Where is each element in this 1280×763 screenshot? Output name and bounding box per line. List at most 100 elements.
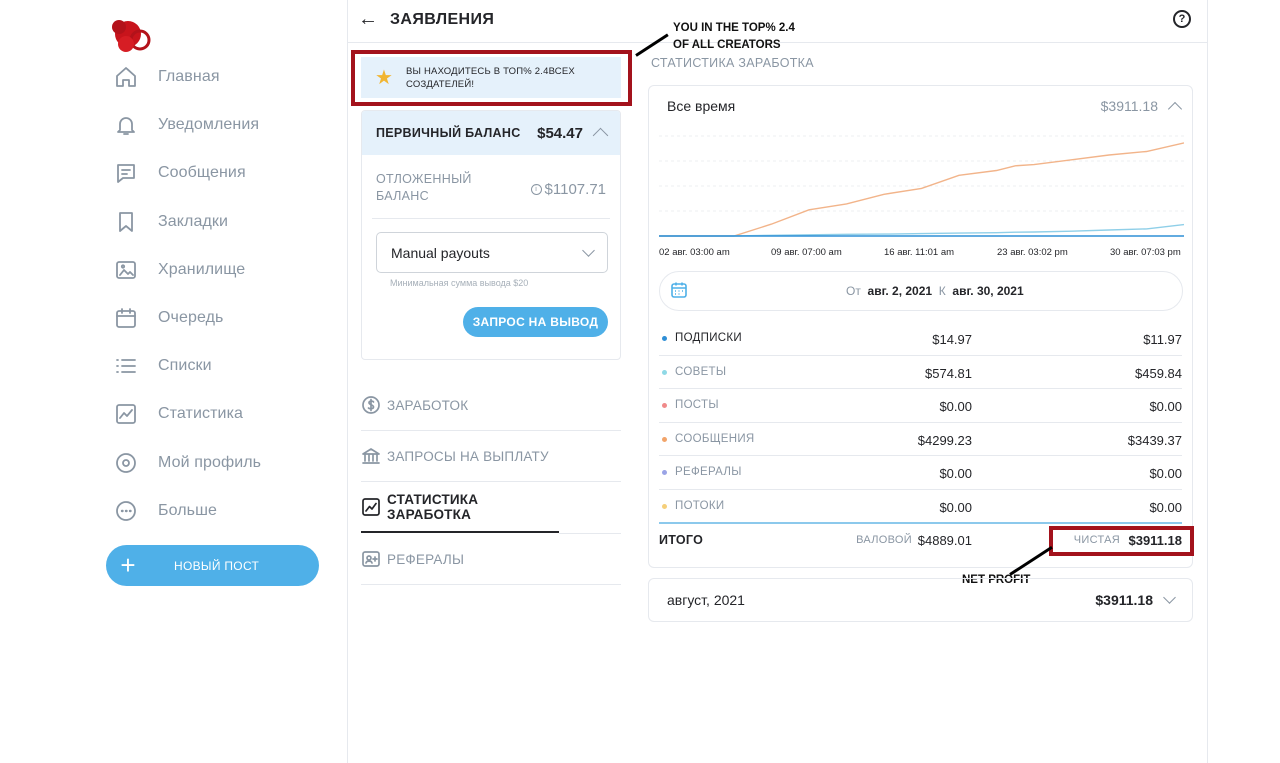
submenu-earnings[interactable]: ЗАРАБОТОК bbox=[361, 380, 621, 431]
balance-card: ПЕРВИЧНЫЙ БАЛАНС $54.47 ОТЛОЖЕННЫЙ БАЛАН… bbox=[361, 110, 621, 360]
pending-value-text: $1107.71 bbox=[544, 181, 606, 198]
sidebar-item-label: Уведомления bbox=[158, 116, 260, 134]
range-from-date: авг. 2, 2021 bbox=[867, 284, 933, 298]
primary-balance-label: ПЕРВИЧНЫЙ БАЛАНС bbox=[376, 126, 521, 140]
pending-balance-label: ОТЛОЖЕННЫЙ БАЛАНС bbox=[376, 171, 472, 205]
period-total: $3911.18 bbox=[1100, 98, 1158, 114]
primary-balance-header[interactable]: ПЕРВИЧНЫЙ БАЛАНС $54.47 bbox=[362, 111, 620, 155]
row-net: $3439.37 bbox=[1127, 432, 1182, 448]
earnings-line-chart bbox=[659, 135, 1184, 237]
sidebar-item-label: Закладки bbox=[158, 212, 229, 230]
row-name: ПОСТЫ bbox=[675, 399, 719, 412]
sidebar-item-more[interactable]: Больше bbox=[106, 487, 326, 535]
profile-icon bbox=[106, 450, 146, 476]
bookmark-icon bbox=[106, 209, 146, 235]
pending-line1: ОТЛОЖЕННЫЙ bbox=[376, 172, 472, 186]
date-range-picker[interactable]: От авг. 2, 2021 К авг. 30, 2021 bbox=[659, 271, 1183, 311]
month-summary-row[interactable]: август, 2021 $3911.18 bbox=[648, 578, 1193, 622]
payout-method-value: Manual payouts bbox=[391, 244, 490, 261]
sidebar-item-label: Хранилище bbox=[158, 260, 246, 278]
gross-total: $4889.01 bbox=[917, 533, 972, 548]
table-row: РЕФЕРАЛЫ $0.00 $0.00 bbox=[659, 456, 1182, 490]
home-icon bbox=[106, 64, 146, 90]
chevron-up-icon[interactable] bbox=[1167, 101, 1183, 117]
row-net: $0.00 bbox=[1149, 499, 1182, 515]
annotation-line1: YOU IN THE TOP% 2.4 bbox=[673, 22, 795, 34]
period-selector[interactable]: Все время $3911.18 bbox=[667, 98, 1183, 117]
plus-icon: + bbox=[120, 550, 136, 580]
sidebar-item-profile[interactable]: Мой профиль bbox=[106, 439, 326, 487]
legend-dot bbox=[662, 403, 667, 409]
sidebar-item-label: Сообщения bbox=[158, 164, 246, 182]
chart-x-tick-label: 23 авг. 03:02 pm bbox=[997, 247, 1068, 258]
sidebar-item-messages[interactable]: Сообщения bbox=[106, 149, 326, 197]
sidebar-item-label: Мой профиль bbox=[158, 453, 262, 471]
row-gross: $4299.23 bbox=[917, 432, 972, 448]
row-net: $459.84 bbox=[1135, 365, 1182, 381]
range-to-date: авг. 30, 2021 bbox=[952, 284, 1024, 298]
row-gross: $0.00 bbox=[939, 399, 972, 415]
avatar[interactable] bbox=[108, 14, 154, 58]
request-withdrawal-button[interactable]: ЗАПРОС НА ВЫВОД bbox=[463, 307, 608, 337]
info-icon[interactable]: i bbox=[530, 184, 542, 195]
earnings-table: ПОДПИСКИ $14.97 $11.97 СОВЕТЫ $574.81 $4… bbox=[659, 322, 1182, 524]
chevron-up-icon[interactable] bbox=[592, 127, 609, 144]
chart-series-line bbox=[659, 142, 1184, 237]
submenu-referrals[interactable]: РЕФЕРАЛЫ bbox=[361, 533, 621, 585]
pending-line2: БАЛАНС bbox=[376, 189, 429, 203]
sidebar-item-notifications[interactable]: Уведомления bbox=[106, 101, 326, 149]
annotation-top-creator: YOU IN THE TOP% 2.4 OF ALL CREATORS bbox=[673, 20, 795, 54]
total-label: ИТОГО bbox=[659, 533, 704, 547]
row-gross: $574.81 bbox=[925, 365, 972, 381]
bank-icon bbox=[361, 446, 381, 466]
table-row: ПОСТЫ $0.00 $0.00 bbox=[659, 389, 1182, 423]
sidebar-item-label: Статистика bbox=[158, 405, 244, 423]
sidebar-item-vault[interactable]: Хранилище bbox=[106, 246, 326, 294]
table-row: ПОТОКИ $0.00 $0.00 bbox=[659, 490, 1182, 524]
sidebar-item-label: Главная bbox=[158, 68, 220, 86]
sidebar-item-lists[interactable]: Списки bbox=[106, 342, 326, 390]
calendar-icon bbox=[106, 305, 146, 331]
chart-x-tick-label: 30 авг. 07:03 pm bbox=[1110, 247, 1181, 258]
chart-x-tick-label: 16 авг. 11:01 am bbox=[884, 247, 955, 258]
submenu-earnings-stats[interactable]: СТАТИСТИКА ЗАРАБОТКА bbox=[361, 482, 559, 533]
more-icon bbox=[106, 498, 146, 524]
sidebar-item-home[interactable]: Главная bbox=[106, 53, 326, 101]
submenu-label: ЗАРАБОТОК bbox=[387, 397, 469, 413]
gross-label: ВАЛОВОЙ bbox=[856, 534, 912, 546]
vault-icon bbox=[106, 257, 146, 283]
highlight-box-banner bbox=[351, 50, 632, 106]
new-post-label: НОВЫЙ ПОСТ bbox=[174, 558, 260, 573]
payout-method-select[interactable]: Manual payouts bbox=[376, 232, 608, 273]
submenu-payout-requests[interactable]: ЗАПРОСЫ НА ВЫПЛАТУ bbox=[361, 431, 621, 482]
calendar-icon bbox=[671, 282, 687, 298]
pending-balance-value: i $1107.71 bbox=[530, 181, 606, 198]
sidebar-item-bookmarks[interactable]: Закладки bbox=[106, 198, 326, 246]
sidebar-item-queue[interactable]: Очередь bbox=[106, 294, 326, 342]
row-gross: $0.00 bbox=[939, 466, 972, 482]
submenu-label: РЕФЕРАЛЫ bbox=[387, 551, 465, 567]
bell-icon bbox=[106, 112, 146, 138]
divider bbox=[1207, 0, 1208, 763]
submenu-label: ЗАПРОСЫ НА ВЫПЛАТУ bbox=[387, 448, 549, 464]
legend-dot bbox=[662, 503, 667, 509]
sidebar-item-statistics[interactable]: Статистика bbox=[106, 390, 326, 438]
month-label: август, 2021 bbox=[667, 592, 745, 608]
help-icon[interactable]: ? bbox=[1173, 10, 1191, 28]
legend-dot bbox=[662, 369, 667, 375]
section-title: СТАТИСТИКА ЗАРАБОТКА bbox=[651, 56, 814, 70]
page-title: ЗАЯВЛЕНИЯ bbox=[390, 11, 495, 28]
legend-dot bbox=[662, 436, 667, 442]
row-name: РЕФЕРАЛЫ bbox=[675, 466, 742, 479]
sidebar-item-label: Очередь bbox=[158, 309, 224, 327]
back-arrow-icon[interactable]: ← bbox=[358, 8, 378, 31]
new-post-button[interactable]: + НОВЫЙ ПОСТ bbox=[106, 545, 319, 586]
chevron-down-icon bbox=[1163, 591, 1176, 604]
divider bbox=[347, 0, 348, 763]
month-total: $3911.18 bbox=[1095, 592, 1153, 608]
row-net: $0.00 bbox=[1149, 466, 1182, 482]
range-from-label: От bbox=[846, 284, 861, 298]
row-name: ПОТОКИ bbox=[675, 499, 725, 512]
period-label: Все время bbox=[667, 98, 736, 114]
stats-icon bbox=[106, 401, 146, 427]
